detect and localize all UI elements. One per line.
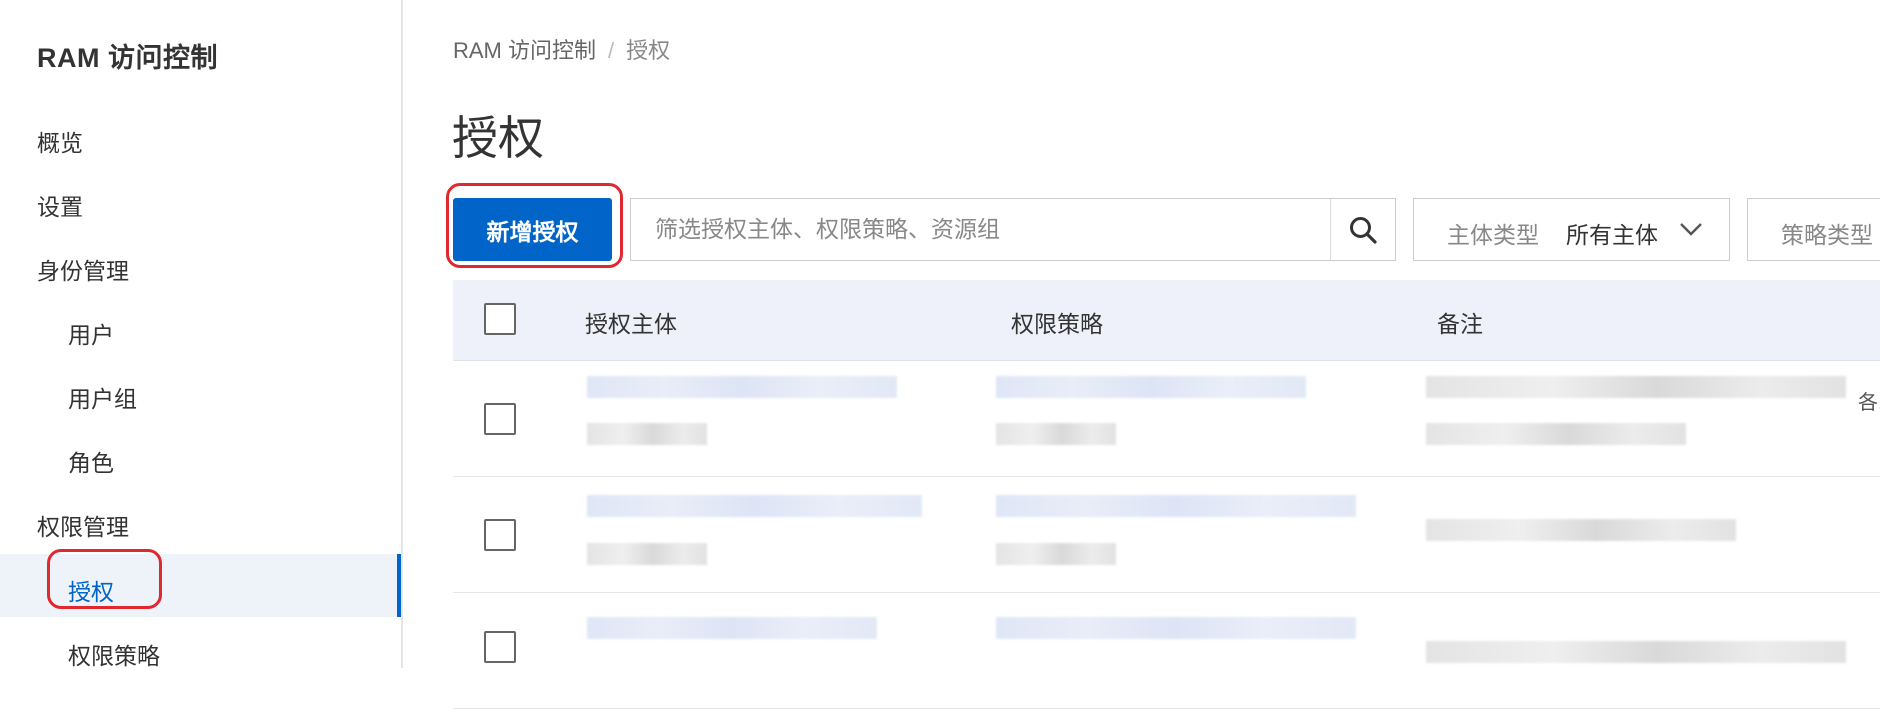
search-icon (1350, 216, 1377, 244)
redacted-principal-sub (587, 423, 707, 445)
row-checkbox[interactable] (484, 631, 516, 663)
remark-overflow-text: 各, (1858, 392, 1880, 414)
sidebar-section-permissions[interactable]: 权限管理 (37, 508, 129, 542)
table-row[interactable] (453, 477, 1880, 593)
table-row[interactable]: 各, (453, 361, 1880, 477)
redacted-policy-sub (996, 543, 1116, 565)
sidebar-item-roles[interactable]: 角色 (68, 444, 114, 478)
redacted-remark (1426, 641, 1846, 663)
sidebar-brand: RAM 访问控制 (37, 43, 218, 73)
search-button[interactable] (1330, 199, 1395, 260)
breadcrumb: RAM 访问控制 / 授权 (453, 33, 670, 65)
redacted-policy-sub (996, 423, 1116, 445)
redacted-principal-sub (587, 543, 707, 565)
breadcrumb-separator: / (608, 38, 615, 63)
sidebar-divider (401, 0, 403, 668)
column-header-remark[interactable]: 备注 (1437, 305, 1483, 339)
redacted-remark-2 (1426, 423, 1686, 445)
select-all-checkbox[interactable] (484, 303, 516, 335)
search-input[interactable] (631, 199, 1331, 260)
row-checkbox[interactable] (484, 519, 516, 551)
policy-type-select[interactable]: 策略类型 (1747, 198, 1880, 261)
sidebar-item-grants[interactable]: 授权 (68, 573, 114, 607)
sidebar-item-overview[interactable]: 概览 (37, 124, 83, 158)
redacted-policy (996, 495, 1356, 517)
sidebar-active-highlight (0, 554, 400, 617)
add-grant-button[interactable]: 新增授权 (453, 198, 612, 261)
sidebar-section-identity[interactable]: 身份管理 (37, 252, 129, 286)
sidebar: RAM 访问控制 概览 设置 身份管理 用户 用户组 角色 权限管理 授权 权限… (0, 0, 401, 671)
redacted-principal (587, 376, 897, 398)
principal-type-select[interactable]: 主体类型 所有主体 (1413, 198, 1730, 261)
page-title: 授权 (452, 112, 544, 164)
sidebar-item-users[interactable]: 用户 (68, 316, 114, 350)
policy-type-label: 策略类型 (1781, 222, 1873, 248)
redacted-principal (587, 495, 922, 517)
breadcrumb-root[interactable]: RAM 访问控制 (453, 38, 596, 63)
redacted-remark (1426, 519, 1736, 541)
sidebar-item-policies[interactable]: 权限策略 (68, 637, 160, 671)
breadcrumb-current: 授权 (626, 38, 671, 63)
table-row[interactable] (453, 593, 1880, 709)
column-header-policy[interactable]: 权限策略 (1011, 305, 1103, 339)
column-header-principal[interactable]: 授权主体 (585, 305, 677, 339)
table-header: 授权主体 权限策略 备注 (453, 280, 1880, 361)
redacted-policy (996, 617, 1356, 639)
chevron-down-icon (1680, 223, 1702, 236)
search-box (630, 198, 1396, 261)
row-checkbox[interactable] (484, 403, 516, 435)
principal-type-value: 所有主体 (1566, 222, 1658, 248)
redacted-policy (996, 376, 1306, 398)
redacted-principal (587, 617, 877, 639)
redacted-remark (1426, 376, 1846, 398)
sidebar-item-user-groups[interactable]: 用户组 (68, 380, 137, 414)
sidebar-item-settings[interactable]: 设置 (37, 188, 83, 222)
principal-type-label: 主体类型 (1447, 222, 1539, 248)
